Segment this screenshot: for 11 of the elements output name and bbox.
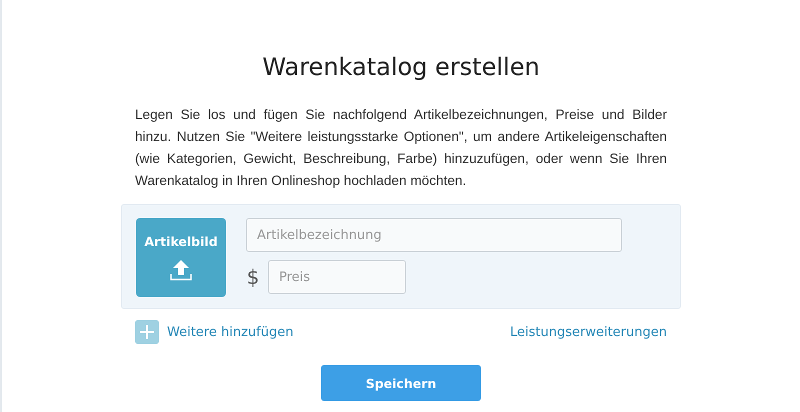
currency-symbol: $ bbox=[246, 265, 260, 289]
add-more-link[interactable]: Weitere hinzufügen bbox=[135, 320, 294, 344]
upload-icon bbox=[170, 259, 192, 281]
description-text: Legen Sie los und fügen Sie nachfolgend Artikelbezeichnungen, Preise und Bilder hinzu. Nutzen Sie "Weitere leistungsstarke Optionen", um andere Artikeleigenschaften (wie Kategorien, Gewicht, Beschreibung, Farbe) hinzuzufügen, oder wenn Sie Ihren Warenkatalog in Ihren Onlineshop hochladen möchten. bbox=[135, 106, 667, 190]
plus-icon bbox=[135, 320, 159, 344]
save-button[interactable]: Speichern bbox=[321, 365, 481, 401]
price-field[interactable]: Preis bbox=[268, 260, 406, 294]
image-upload-button[interactable]: Artikelbild bbox=[136, 218, 226, 297]
dialog-title: Warenkatalog erstellen bbox=[262, 52, 540, 83]
extensions-link[interactable]: Leistungserweiterungen bbox=[510, 324, 667, 340]
item-name-field[interactable]: Artikelbezeichnung bbox=[246, 218, 622, 252]
